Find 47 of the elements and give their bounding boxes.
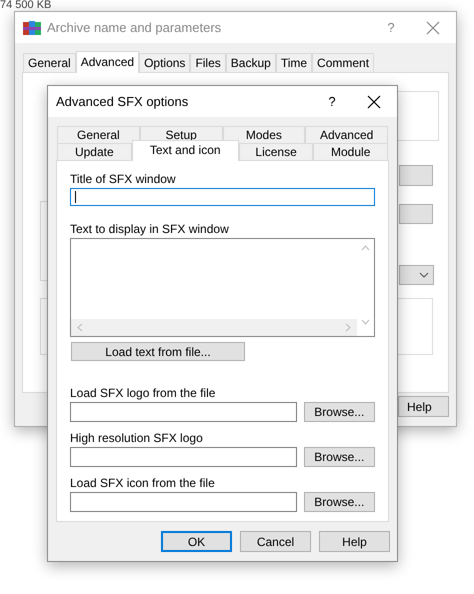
- dropdown[interactable]: [399, 265, 434, 285]
- tab[interactable]: Time: [276, 53, 312, 72]
- tab[interactable]: Backup: [226, 53, 276, 72]
- field-label: Text to display in SFX window: [70, 222, 230, 236]
- input-field[interactable]: [70, 492, 297, 512]
- dialog-title: Advanced SFX options: [56, 94, 190, 109]
- tab[interactable]: Comment: [312, 53, 374, 72]
- scroll-right-icon: [345, 323, 351, 332]
- help-button[interactable]: ?: [376, 20, 406, 35]
- input-field[interactable]: [70, 188, 375, 206]
- browse-button[interactable]: Browse...: [304, 492, 375, 512]
- dialog-button[interactable]: Cancel: [240, 531, 311, 552]
- input-field[interactable]: [70, 447, 297, 468]
- tab[interactable]: General: [57, 126, 140, 143]
- tab[interactable]: Advanced: [76, 51, 140, 73]
- size-label: 74 500 KB: [0, 0, 52, 10]
- tab[interactable]: Modes: [222, 126, 306, 143]
- dialog-button[interactable]: Help: [319, 531, 390, 552]
- app-icon: [23, 20, 41, 36]
- scroll-down-icon: [361, 319, 370, 326]
- field-label: High resolution SFX logo: [70, 431, 204, 446]
- field-label: Load SFX icon from the file: [70, 476, 216, 490]
- tab[interactable]: General: [23, 53, 76, 72]
- button[interactable]: [399, 165, 433, 186]
- browse-button[interactable]: Browse...: [304, 402, 375, 422]
- dialog-button[interactable]: OK: [161, 531, 232, 552]
- help-button[interactable]: ?: [317, 94, 347, 109]
- close-icon[interactable]: [367, 94, 381, 108]
- tab[interactable]: Update: [57, 143, 132, 160]
- tab[interactable]: License: [238, 143, 314, 160]
- field-label: Title of SFX window: [70, 172, 177, 186]
- tab[interactable]: Module: [313, 143, 388, 160]
- help-button[interactable]: Help: [398, 396, 449, 417]
- text-area[interactable]: [70, 238, 375, 338]
- chevron-down-icon: [419, 272, 429, 278]
- scroll-up-icon: [361, 245, 370, 252]
- tab[interactable]: Text and icon: [132, 140, 239, 161]
- field-label: Load SFX logo from the file: [70, 386, 216, 400]
- button[interactable]: [399, 204, 433, 224]
- browse-button[interactable]: Browse...: [304, 447, 375, 468]
- tab[interactable]: Advanced: [305, 126, 388, 143]
- scroll-left-icon: [77, 323, 83, 332]
- load-text-button[interactable]: Load text from file...: [71, 342, 245, 362]
- window-title: Archive name and parameters: [47, 20, 222, 35]
- tab[interactable]: Options: [139, 53, 190, 72]
- tab[interactable]: Files: [190, 53, 226, 72]
- input-field[interactable]: [70, 402, 297, 422]
